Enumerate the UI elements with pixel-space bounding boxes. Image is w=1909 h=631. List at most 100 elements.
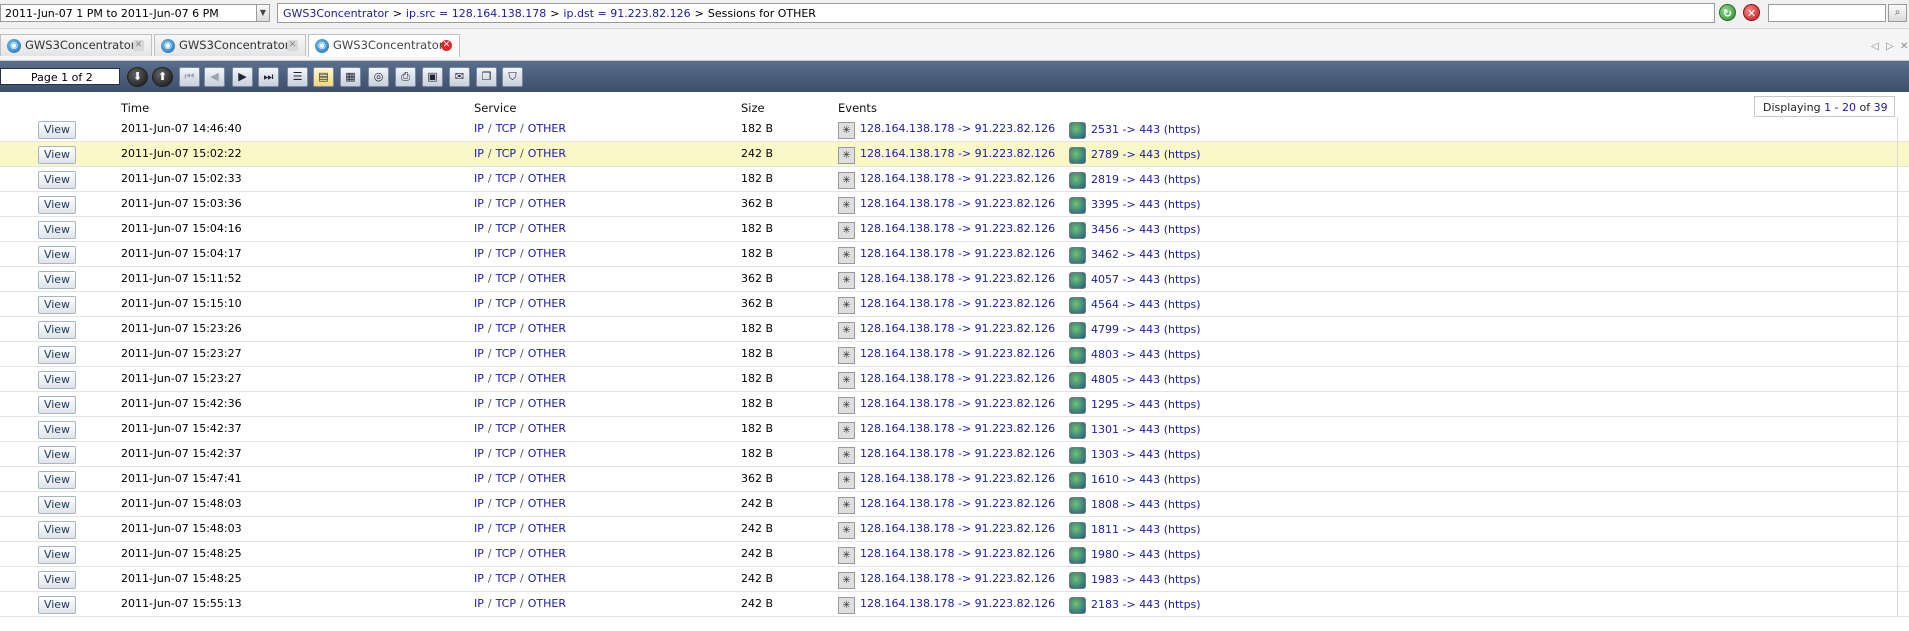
service-ip-link[interactable]: IP [474, 347, 484, 360]
service-ip-link[interactable]: IP [474, 422, 484, 435]
service-ip-link[interactable]: IP [474, 147, 484, 160]
service-ip-link[interactable]: IP [474, 397, 484, 410]
service-other-link[interactable]: OTHER [528, 397, 566, 410]
service-tcp-link[interactable]: TCP [496, 422, 516, 435]
service-ip-link[interactable]: IP [474, 122, 484, 135]
view-button[interactable]: View [38, 446, 76, 464]
ip-flow-link[interactable]: 128.164.138.178 -> 91.223.82.126 [860, 122, 1055, 135]
tab-concentrator-3[interactable]: ◉ GWS3Concentrator ✕ [308, 34, 460, 57]
service-ip-link[interactable]: IP [474, 172, 484, 185]
first-page-icon[interactable]: ⏮ [179, 67, 200, 87]
table-row[interactable]: View 2011-Jun-07 15:23:27 IP / TCP / OTHER 182 … [0, 342, 1909, 367]
port-flow-link[interactable]: 3456 -> 443 (https) [1091, 223, 1201, 236]
upload-icon[interactable]: ⬆ [152, 67, 173, 87]
table-row[interactable]: View 2011-Jun-07 15:42:36 IP / TCP / OTHER 182 … [0, 392, 1909, 417]
service-ip-link[interactable]: IP [474, 372, 484, 385]
ip-flow-link[interactable]: 128.164.138.178 -> 91.223.82.126 [860, 522, 1055, 535]
service-other-link[interactable]: OTHER [528, 172, 566, 185]
service-other-link[interactable]: OTHER [528, 297, 566, 310]
view-button[interactable]: View [38, 271, 76, 289]
service-ip-link[interactable]: IP [474, 472, 484, 485]
save-icon[interactable]: ▣ [422, 67, 443, 87]
table-row[interactable]: View 2011-Jun-07 15:48:25 IP / TCP / OTHER 242 … [0, 567, 1909, 592]
column-header-size[interactable]: Size [741, 101, 765, 115]
ip-flow-link[interactable]: 128.164.138.178 -> 91.223.82.126 [860, 172, 1055, 185]
service-tcp-link[interactable]: TCP [496, 172, 516, 185]
ip-flow-link[interactable]: 128.164.138.178 -> 91.223.82.126 [860, 547, 1055, 560]
view-button[interactable]: View [38, 496, 76, 514]
table-row[interactable]: View 2011-Jun-07 15:04:17 IP / TCP / OTHER 182 … [0, 242, 1909, 267]
cancel-icon[interactable]: ✕ [1743, 4, 1760, 21]
service-ip-link[interactable]: IP [474, 447, 484, 460]
port-flow-link[interactable]: 1295 -> 443 (https) [1091, 398, 1201, 411]
service-tcp-link[interactable]: TCP [496, 372, 516, 385]
table-row[interactable]: View 2011-Jun-07 15:23:27 IP / TCP / OTHER 182 … [0, 367, 1909, 392]
view-button[interactable]: View [38, 346, 76, 364]
port-flow-link[interactable]: 4803 -> 443 (https) [1091, 348, 1201, 361]
service-other-link[interactable]: OTHER [528, 522, 566, 535]
service-other-link[interactable]: OTHER [528, 497, 566, 510]
service-other-link[interactable]: OTHER [528, 222, 566, 235]
table-row[interactable]: View 2011-Jun-07 15:03:36 IP / TCP / OTHER 362 … [0, 192, 1909, 217]
ip-flow-link[interactable]: 128.164.138.178 -> 91.223.82.126 [860, 372, 1055, 385]
globe-icon[interactable]: ◎ [368, 67, 389, 87]
service-ip-link[interactable]: IP [474, 522, 484, 535]
grid-view-icon[interactable]: ▦ [340, 67, 361, 87]
port-flow-link[interactable]: 4057 -> 443 (https) [1091, 273, 1201, 286]
ip-flow-link[interactable]: 128.164.138.178 -> 91.223.82.126 [860, 497, 1055, 510]
ip-flow-link[interactable]: 128.164.138.178 -> 91.223.82.126 [860, 347, 1055, 360]
table-row[interactable]: View 2011-Jun-07 15:42:37 IP / TCP / OTHER 182 … [0, 442, 1909, 467]
ip-flow-link[interactable]: 128.164.138.178 -> 91.223.82.126 [860, 222, 1055, 235]
refresh-icon[interactable]: ↻ [1719, 4, 1736, 21]
service-tcp-link[interactable]: TCP [496, 472, 516, 485]
tab-scroll-right-icon[interactable]: ▷ [1886, 41, 1894, 52]
ip-flow-link[interactable]: 128.164.138.178 -> 91.223.82.126 [860, 572, 1055, 585]
column-header-service[interactable]: Service [474, 101, 517, 115]
service-ip-link[interactable]: IP [474, 547, 484, 560]
next-page-icon[interactable]: ▶ [232, 67, 253, 87]
port-flow-link[interactable]: 1811 -> 443 (https) [1091, 523, 1201, 536]
port-flow-link[interactable]: 2531 -> 443 (https) [1091, 123, 1201, 136]
port-flow-link[interactable]: 1303 -> 443 (https) [1091, 448, 1201, 461]
list-view-icon[interactable]: ☰ [287, 67, 308, 87]
port-flow-link[interactable]: 1980 -> 443 (https) [1091, 548, 1201, 561]
port-flow-link[interactable]: 2789 -> 443 (https) [1091, 148, 1201, 161]
port-flow-link[interactable]: 2183 -> 443 (https) [1091, 598, 1201, 611]
service-other-link[interactable]: OTHER [528, 247, 566, 260]
view-button[interactable]: View [38, 471, 76, 489]
table-row[interactable]: View 2011-Jun-07 15:04:16 IP / TCP / OTHER 182 … [0, 217, 1909, 242]
service-other-link[interactable]: OTHER [528, 147, 566, 160]
service-other-link[interactable]: OTHER [528, 122, 566, 135]
service-other-link[interactable]: OTHER [528, 422, 566, 435]
date-range-select[interactable]: 2011-Jun-07 1 PM to 2011-Jun-07 6 PM [0, 4, 258, 22]
view-button[interactable]: View [38, 546, 76, 564]
service-tcp-link[interactable]: TCP [496, 147, 516, 160]
view-button[interactable]: View [38, 221, 76, 239]
ip-flow-link[interactable]: 128.164.138.178 -> 91.223.82.126 [860, 422, 1055, 435]
service-tcp-link[interactable]: TCP [496, 522, 516, 535]
ip-flow-link[interactable]: 128.164.138.178 -> 91.223.82.126 [860, 272, 1055, 285]
ip-flow-link[interactable]: 128.164.138.178 -> 91.223.82.126 [860, 247, 1055, 260]
tab-close-all-icon[interactable]: ✕ [1900, 41, 1908, 52]
port-flow-link[interactable]: 2819 -> 443 (https) [1091, 173, 1201, 186]
view-button[interactable]: View [38, 321, 76, 339]
view-button[interactable]: View [38, 371, 76, 389]
service-ip-link[interactable]: IP [474, 197, 484, 210]
view-button[interactable]: View [38, 421, 76, 439]
view-button[interactable]: View [38, 246, 76, 264]
port-flow-link[interactable]: 4564 -> 443 (https) [1091, 298, 1201, 311]
ip-flow-link[interactable]: 128.164.138.178 -> 91.223.82.126 [860, 297, 1055, 310]
ip-flow-link[interactable]: 128.164.138.178 -> 91.223.82.126 [860, 597, 1055, 610]
service-tcp-link[interactable]: TCP [496, 322, 516, 335]
close-icon[interactable]: ✕ [287, 40, 298, 51]
close-icon[interactable]: ✕ [441, 40, 452, 51]
service-other-link[interactable]: OTHER [528, 547, 566, 560]
port-flow-link[interactable]: 4799 -> 443 (https) [1091, 323, 1201, 336]
port-flow-link[interactable]: 4805 -> 443 (https) [1091, 373, 1201, 386]
service-tcp-link[interactable]: TCP [496, 447, 516, 460]
port-flow-link[interactable]: 1301 -> 443 (https) [1091, 423, 1201, 436]
tab-concentrator-1[interactable]: ◉ GWS3Concentrator ✕ [0, 34, 152, 56]
view-button[interactable]: View [38, 196, 76, 214]
service-other-link[interactable]: OTHER [528, 372, 566, 385]
service-tcp-link[interactable]: TCP [496, 547, 516, 560]
